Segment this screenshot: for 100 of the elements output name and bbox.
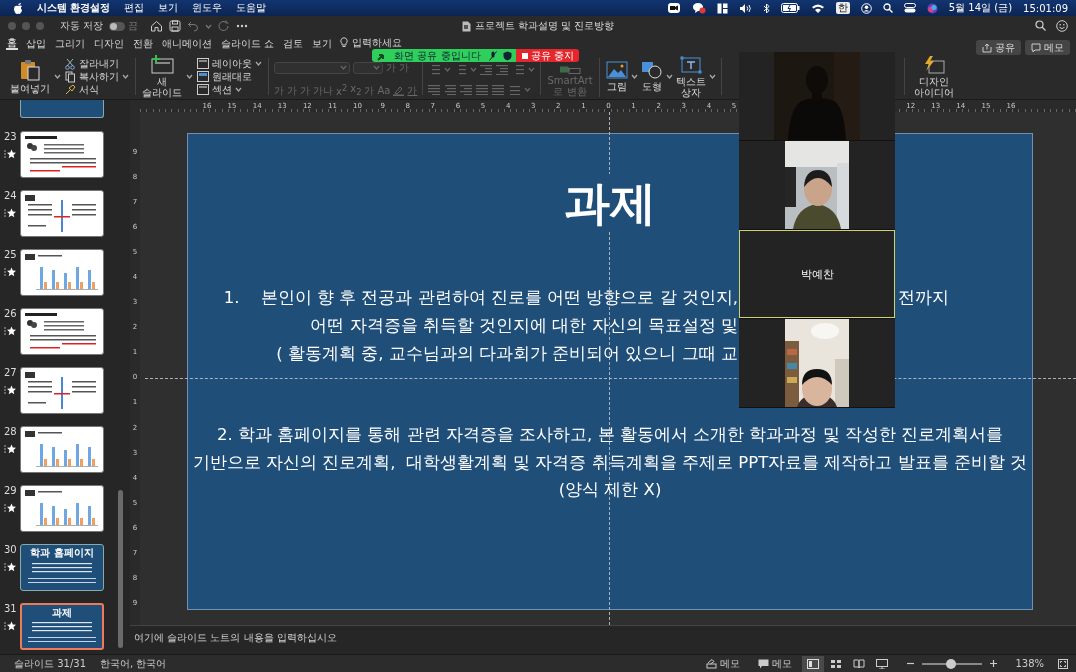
fit-to-window-icon[interactable] bbox=[1058, 658, 1068, 669]
reset-icon bbox=[197, 71, 209, 82]
ribbon-tab[interactable]: 애니메이션 bbox=[161, 37, 213, 50]
menu-item[interactable]: 윈도우 bbox=[192, 1, 223, 15]
battery-icon[interactable] bbox=[780, 3, 800, 13]
slide-thumbnail[interactable]: 과제 bbox=[20, 603, 104, 650]
menu-item[interactable]: 편집 bbox=[124, 1, 145, 15]
slide-number: 29 bbox=[4, 485, 17, 496]
ribbon-tab[interactable]: 검토 bbox=[282, 37, 305, 50]
autosave-toggle[interactable] bbox=[109, 21, 126, 31]
save-icon[interactable] bbox=[169, 20, 182, 32]
designer-button[interactable]: 디자인 아이디어 bbox=[913, 55, 955, 98]
ribbon-tab[interactable]: 디자인 bbox=[93, 37, 125, 50]
notes-button[interactable]: 메모 bbox=[704, 655, 743, 672]
thumbnail-title: 학과 홈페이지 bbox=[29, 547, 95, 559]
layout-icon bbox=[197, 58, 209, 69]
slide-text: ( 활동계획 중, 교수님과의 다과회가 준비되어 있으니 그때 교 bbox=[276, 343, 738, 365]
mic-off-icon[interactable] bbox=[489, 50, 497, 61]
search-icon[interactable] bbox=[882, 3, 893, 13]
ribbon-button[interactable]: 섹션 bbox=[196, 83, 263, 96]
volume-icon[interactable] bbox=[738, 2, 752, 14]
ribbon-tab[interactable]: 그리기 bbox=[54, 37, 86, 50]
paste-button[interactable]: 붙여넣기 bbox=[9, 59, 51, 94]
slide-thumbnail[interactable] bbox=[20, 100, 104, 118]
stop-share-button[interactable]: 공유 중지 bbox=[516, 49, 580, 62]
undo-icon[interactable] bbox=[187, 20, 200, 32]
chat-bubble-icon[interactable] bbox=[691, 2, 706, 14]
slide-text: (양식 제한 X) bbox=[558, 479, 662, 501]
normal-view-icon bbox=[807, 658, 820, 669]
tell-me-field[interactable]: 입력하세요 bbox=[352, 37, 403, 48]
slide-text: 2. 학과 홈페이지를 통해 관련 자격증을 조사하고, 본 활동에서 소개한 학과과정 및 작성한 진로계획서를 bbox=[216, 424, 1004, 446]
control-center-icon[interactable] bbox=[903, 3, 916, 13]
justify-icon[interactable] bbox=[476, 84, 490, 95]
ribbon-tab[interactable]: 삽입 bbox=[25, 37, 47, 50]
columns-icon[interactable] bbox=[492, 84, 506, 95]
ribbon-button[interactable]: 잘라내기 bbox=[64, 57, 130, 70]
slide-thumbnail[interactable]: 학과 홈페이지 bbox=[20, 544, 104, 591]
ribbon-tab[interactable]: 전환 bbox=[132, 37, 154, 50]
slide-number: 28 bbox=[4, 426, 17, 437]
smartart-icon bbox=[559, 66, 581, 74]
wifi-icon[interactable] bbox=[810, 3, 825, 13]
lightbulb-icon bbox=[340, 37, 349, 48]
redo-icon[interactable] bbox=[218, 20, 231, 32]
notes-icon bbox=[706, 658, 718, 669]
shapes-icon bbox=[640, 61, 663, 79]
input-source-indicator[interactable]: 한 bbox=[835, 2, 850, 14]
stop-icon bbox=[522, 52, 528, 59]
window-layout-icon[interactable] bbox=[716, 2, 728, 14]
video-camera-icon[interactable] bbox=[666, 2, 681, 14]
align-left-icon[interactable] bbox=[428, 84, 442, 95]
ribbon-button[interactable]: 원래대로 bbox=[196, 70, 263, 83]
zoom-level: 138% bbox=[1015, 658, 1044, 669]
menu-item[interactable]: 보기 bbox=[158, 1, 179, 15]
comments-button[interactable]: 메모 bbox=[756, 655, 795, 672]
ribbon-button[interactable]: 서식 bbox=[64, 83, 130, 96]
slide-text: 1. 본인이 향 후 전공과 관련하여 진로를 어떤 방향으로 갈 것인지, bbox=[223, 287, 738, 309]
insert-button[interactable]: 텍스트 상자 bbox=[674, 55, 707, 98]
ribbon-button[interactable]: 복사하기 bbox=[64, 70, 130, 83]
view-button[interactable] bbox=[802, 655, 825, 672]
highlighter-icon[interactable] bbox=[393, 84, 405, 96]
scrollbar[interactable] bbox=[118, 490, 123, 648]
font-size-field[interactable] bbox=[353, 61, 383, 74]
animation-star-icon bbox=[4, 326, 16, 336]
window-title: 프로젝트 학과설명 및 진로방향 bbox=[474, 19, 615, 33]
caret-icon bbox=[122, 74, 129, 79]
smiley-icon[interactable] bbox=[1056, 20, 1068, 32]
menu-item[interactable]: 시스템 환경설정 bbox=[37, 1, 111, 15]
slider-thumb[interactable] bbox=[946, 658, 957, 669]
menu-item[interactable]: 도움말 bbox=[236, 1, 267, 15]
caret-icon bbox=[470, 67, 478, 72]
home-icon[interactable] bbox=[150, 20, 164, 32]
search-icon[interactable] bbox=[1035, 20, 1046, 31]
align-right-icon[interactable] bbox=[460, 84, 474, 95]
caret-icon bbox=[630, 74, 638, 79]
new-slide-button[interactable]: 새 슬라이드 bbox=[141, 55, 183, 98]
share-status: 화면 공유 중입니다 bbox=[393, 48, 482, 63]
ribbon-tab[interactable]: 보기 bbox=[311, 37, 334, 50]
comment-icon bbox=[758, 658, 770, 669]
ribbon-tab[interactable]: 홈 bbox=[6, 37, 18, 50]
siri-icon[interactable] bbox=[926, 2, 938, 14]
menu-clock: 15:01:09 bbox=[1023, 2, 1068, 14]
insert-button[interactable]: 도형 bbox=[639, 61, 664, 92]
share-button[interactable]: 공유 bbox=[976, 40, 1021, 55]
ribbon-tab[interactable]: 슬라이드 쇼 bbox=[220, 37, 276, 50]
text-align-icon[interactable] bbox=[508, 84, 522, 95]
comments-button[interactable]: 메모 bbox=[1025, 40, 1070, 55]
animation-star-icon bbox=[4, 562, 16, 572]
insert-button[interactable]: 그림 bbox=[604, 61, 629, 92]
apple-icon[interactable] bbox=[13, 2, 23, 14]
bluetooth-icon[interactable] bbox=[762, 2, 770, 14]
caret-icon bbox=[524, 87, 532, 92]
ribbon-button[interactable]: 레이아웃 bbox=[196, 57, 263, 70]
user-icon[interactable] bbox=[860, 2, 872, 14]
zoom-in-icon[interactable] bbox=[990, 660, 998, 667]
slideshow-icon bbox=[876, 658, 889, 669]
align-center-icon[interactable] bbox=[444, 84, 458, 95]
shield-icon[interactable] bbox=[503, 50, 512, 61]
slide-number: 24 bbox=[4, 190, 17, 201]
more-icon[interactable] bbox=[236, 24, 249, 28]
zoom-out-icon[interactable] bbox=[907, 660, 915, 667]
